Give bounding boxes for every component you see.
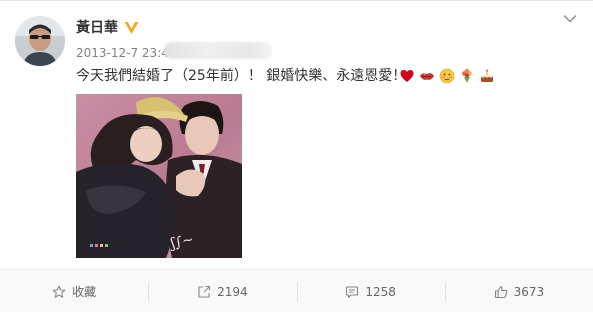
weibo-post-card: 黃日華 2013-12-7 23:43 今天我們結婚了（25年前）！ 銀婚快樂、… <box>0 0 593 312</box>
repost-icon <box>198 285 211 298</box>
like-button[interactable]: 3673 <box>444 270 593 312</box>
star-icon <box>52 285 66 298</box>
like-count: 3673 <box>513 284 545 299</box>
comment-icon <box>346 285 359 298</box>
emoji-row <box>399 68 495 84</box>
thumbs-up-icon <box>494 285 507 298</box>
post-timestamp[interactable]: 2013-12-7 23:43 <box>76 46 177 60</box>
repost-button[interactable]: 2194 <box>148 270 296 312</box>
blurred-source-region <box>164 42 272 59</box>
bouquet-emoji-icon <box>462 68 472 83</box>
avatar[interactable] <box>15 16 65 66</box>
cake-emoji-icon <box>481 69 493 82</box>
favorite-label: 收藏 <box>72 285 97 299</box>
favorite-button[interactable]: 收藏 <box>0 270 148 312</box>
comment-button[interactable]: 1258 <box>296 270 445 312</box>
post-text: 今天我們結婚了（25年前）！ 銀婚快樂、永遠恩愛！ <box>76 68 407 84</box>
verified-badge-icon <box>124 22 139 34</box>
lips-emoji-icon <box>420 73 434 80</box>
post-photo[interactable]: ʃ∫~ <box>76 94 242 258</box>
comment-count: 1258 <box>365 284 396 299</box>
action-bar: 收藏 2194 1258 3673 <box>0 269 593 312</box>
blush-emoji-icon <box>439 68 455 84</box>
author-name[interactable]: 黃日華 <box>76 19 118 37</box>
chevron-down-icon[interactable] <box>563 14 577 24</box>
heart-emoji-icon <box>400 70 414 82</box>
repost-count: 2194 <box>217 284 248 299</box>
